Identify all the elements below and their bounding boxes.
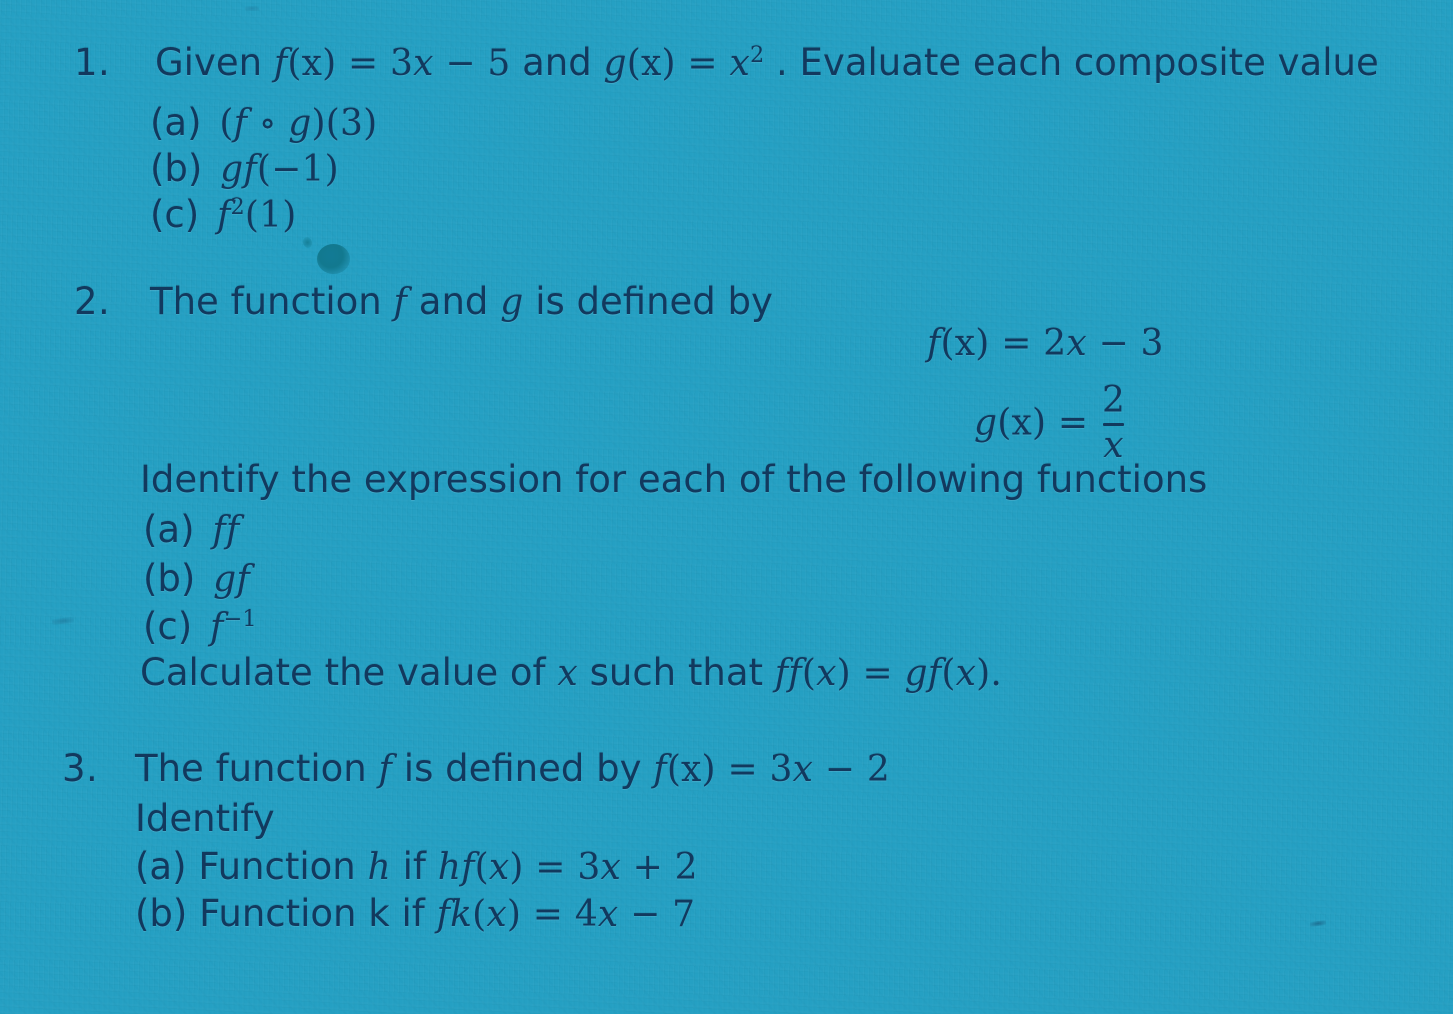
question-1-f-definition: f(x) = 3x − 5 [273,43,511,84]
question-2-stem-mid: and [418,280,489,323]
question-2-var-f: f [393,282,408,323]
question-2-part-b-expression: gf [213,559,250,600]
question-1-part-c: (c) f2(1) [150,196,297,234]
question-1-part-c-expression: f2(1) [216,194,297,236]
question-2-part-a: (a) ff [143,511,239,549]
question-2-final-equation: ff(x) = gf(x). [774,653,1002,694]
question-2-part-b-label: (b) [143,557,196,600]
question-2-stem: The function f and g is defined by [150,283,773,321]
question-3-stem: The function f is defined by f(x) = 3x −… [135,750,890,788]
question-2-part-b: (b) gf [143,560,250,598]
question-3-number: 3. [62,747,99,790]
fraction-numerator: 2 [1101,380,1126,421]
worksheet-content: 1. Given f(x) = 3x − 5 and g(x) = x2 . E… [0,0,1453,1014]
question-1-part-a-label: (a) [150,101,202,144]
question-2-definition-g: g(x) = 2 x [974,380,1126,466]
question-3-part-b: (b) Function k if fk(x) = 4x − 7 [135,895,695,933]
question-2-final-task: Calculate the value of x such that ff(x)… [140,654,1002,692]
question-3-part-b-label: (b) [135,892,188,935]
question-2-final-task-var: x [557,653,578,694]
question-1-stem-mid: and [522,41,592,84]
question-1-number: 1. [74,41,111,84]
question-3-f-definition: f(x) = 3x − 2 [653,749,890,790]
question-3-part-a-equation: hf(x) = 3x + 2 [437,847,698,888]
question-3-part-a-function: h [367,847,391,888]
question-1-part-c-label: (c) [150,193,200,236]
question-3-part-b-text-pre: Function [199,892,357,935]
question-1-stem-post: . Evaluate each composite value [776,41,1379,84]
question-2-var-g: g [500,282,524,323]
question-1-part-a: (a) (f ∘ g)(3) [150,104,377,142]
question-3-part-a-label: (a) [135,845,187,888]
question-2-final-task-pre: Calculate the value of [140,651,546,694]
question-1-stem: Given f(x) = 3x − 5 and g(x) = x2 . Eval… [155,44,1379,82]
question-3-part-b-equation: fk(x) = 4x − 7 [436,894,696,935]
question-2-instruction: Identify the expression for each of the … [140,458,1208,501]
question-2-definition-f: f(x) = 2x − 3 [927,323,1164,364]
question-2-final-task-mid: such that [589,651,764,694]
question-2-part-a-expression: ff [212,510,240,551]
question-3-instruction: Identify [135,797,275,840]
question-3-var-f: f [378,749,393,790]
question-1-part-b: (b) gf(−1) [150,150,339,188]
question-3-part-b-text-mid: if [401,892,425,935]
question-1-g-definition: g(x) = x2 [603,42,765,84]
question-1-stem-pre: Given [155,41,263,84]
question-3-part-a: (a) Function h if hf(x) = 3x + 2 [135,848,698,886]
question-2-stem-post: is defined by [535,280,773,323]
question-2-part-c: (c) f−1 [143,608,257,646]
question-2-part-c-label: (c) [143,605,193,648]
question-3-part-b-function: k [368,892,390,935]
question-3-part-a-text-mid: if [402,845,426,888]
question-1-part-b-expression: gf(−1) [220,149,339,190]
question-3-stem-pre: The function [135,747,367,790]
question-2-part-c-expression: f−1 [209,606,257,648]
question-2-part-a-label: (a) [143,508,195,551]
question-1-part-b-label: (b) [150,147,203,190]
question-3-stem-mid: is defined by [403,747,642,790]
fraction-two-over-x: 2 x [1101,380,1126,464]
question-1-part-a-expression: (f ∘ g)(3) [219,103,378,144]
question-3-part-a-text-pre: Function [198,845,356,888]
question-2-number: 2. [74,280,111,323]
question-2-stem-pre: The function [150,280,382,323]
